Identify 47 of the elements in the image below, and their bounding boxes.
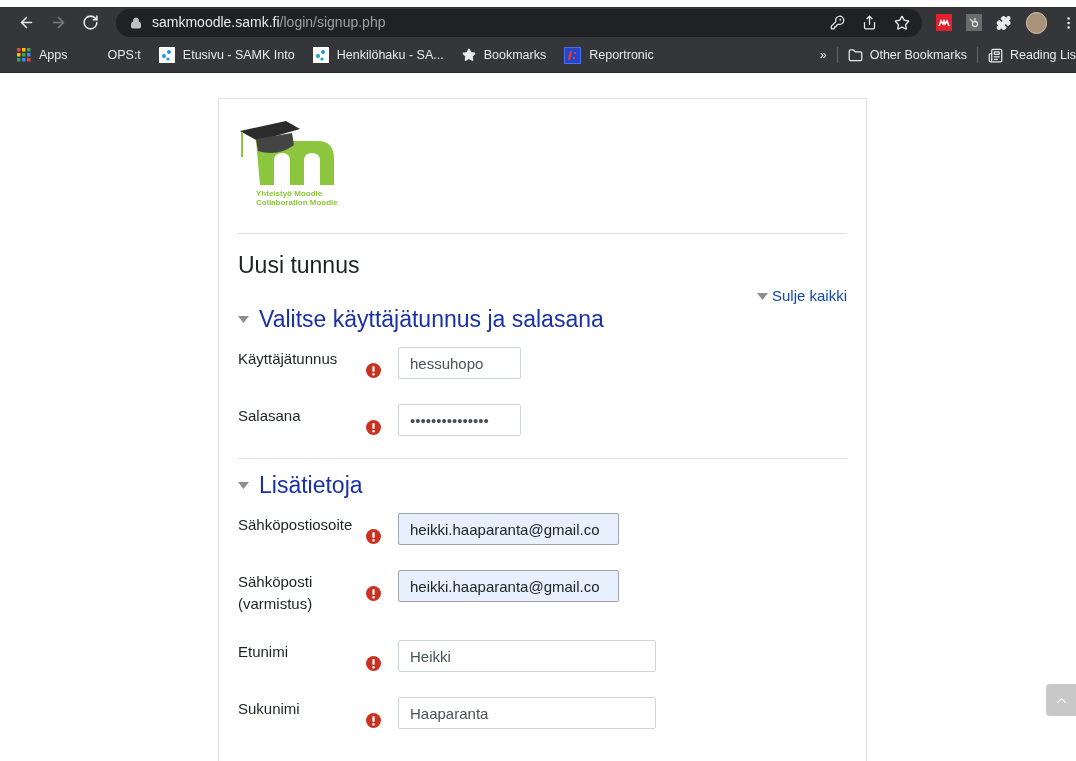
- site-favicon-icon: [158, 47, 175, 63]
- caret-icon: [238, 315, 249, 323]
- extension-icon[interactable]: [966, 14, 983, 31]
- bookmark-item[interactable]: Henkilöhaku - SA...: [312, 45, 444, 65]
- extension-icon[interactable]: [936, 14, 953, 31]
- lock-icon: [130, 16, 142, 29]
- input-field[interactable]: Haaparanta: [398, 697, 656, 729]
- reading-list-icon: [988, 47, 1003, 63]
- field-label: Sukunimi: [238, 699, 301, 719]
- other-bookmarks-folder[interactable]: Other Bookmarks: [847, 45, 967, 65]
- field-label: Salasana: [238, 406, 302, 426]
- bookmark-star-icon[interactable]: [894, 14, 910, 31]
- input-field[interactable]: heikki.haaparanta@gmail.co: [398, 570, 619, 602]
- reload-icon: [81, 14, 99, 31]
- extensions-icon[interactable]: [996, 14, 1012, 31]
- moodle-logo: Yhteistyö Moodle Collaboration Moodle: [238, 119, 338, 215]
- reading-list-button[interactable]: Reading Lis: [988, 45, 1076, 65]
- password-field[interactable]: •••••••••••••••: [398, 404, 521, 436]
- caret-icon: [238, 481, 249, 489]
- apps-grid-icon: [17, 48, 31, 62]
- input-field[interactable]: hessuhopo: [398, 347, 521, 379]
- star-icon: [461, 48, 476, 62]
- more-bookmarks-button[interactable]: »: [819, 45, 827, 65]
- bookmark-item[interactable]: Reportronic: [564, 45, 654, 65]
- input-field[interactable]: Heikki: [398, 640, 656, 672]
- field-label: Sähköposti (varmistus): [238, 572, 314, 614]
- caret-icon: [756, 292, 768, 300]
- profile-avatar[interactable]: [1025, 11, 1047, 34]
- folder-icon: [847, 47, 863, 63]
- url-text: samkmoodle.samk.fi/login/signup.php: [152, 13, 386, 32]
- site-favicon-icon: [312, 47, 329, 63]
- field-label: Käyttäjätunnus: [238, 349, 339, 369]
- section-header[interactable]: Lisätietoja: [238, 471, 363, 499]
- bookmark-item[interactable]: Apps: [17, 45, 68, 65]
- section-header[interactable]: Valitse käyttäjätunnus ja salasana: [238, 305, 604, 333]
- page-title: Uusi tunnus: [238, 251, 361, 279]
- share-icon[interactable]: [862, 15, 877, 30]
- address-bar[interactable]: samkmoodle.samk.fi/login/signup.php: [116, 8, 922, 37]
- collapse-all-link[interactable]: Sulje kaikki: [756, 287, 847, 305]
- bookmark-item[interactable]: Etusivu - SAMK Into: [158, 45, 295, 65]
- site-favicon-icon: [564, 46, 582, 64]
- field-label: Etunimi: [238, 642, 290, 662]
- bookmark-item[interactable]: Bookmarks: [461, 45, 547, 65]
- field-label: Sähköpostiosoite: [238, 515, 354, 535]
- input-field[interactable]: heikki.haaparanta@gmail.co: [398, 513, 619, 545]
- key-icon[interactable]: [830, 15, 845, 30]
- bookmark-item[interactable]: OPS:t: [107, 45, 141, 65]
